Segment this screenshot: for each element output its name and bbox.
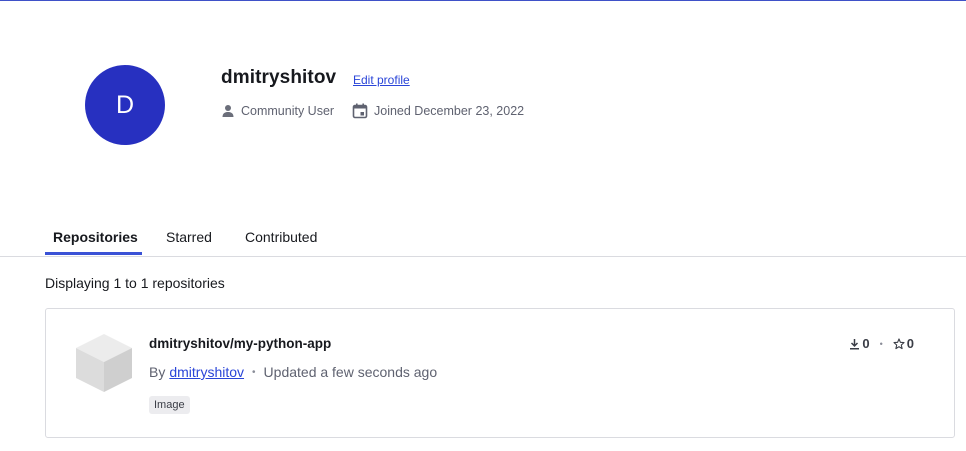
avatar: D (85, 65, 165, 145)
tab-starred[interactable]: Starred (166, 229, 212, 255)
profile-header: D dmitryshitov Edit profile Community Us… (0, 0, 966, 200)
repository-card[interactable]: dmitryshitov/my-python-app By dmitryshit… (45, 308, 955, 438)
meta-separator: • (252, 366, 256, 378)
repository-stats: 0 • 0 (849, 336, 914, 351)
repository-name[interactable]: dmitryshitov/my-python-app (149, 336, 331, 351)
repository-type-badge: Image (149, 396, 190, 414)
profile-role: Community User (221, 102, 334, 120)
calendar-icon (352, 103, 368, 119)
download-count-value: 0 (862, 336, 870, 351)
profile-role-label: Community User (241, 104, 335, 118)
download-count: 0 (849, 336, 870, 351)
repository-by-label: By (149, 364, 166, 380)
repository-meta: By dmitryshitov • Updated a few seconds … (149, 364, 437, 380)
results-summary: Displaying 1 to 1 repositories (45, 275, 225, 291)
tab-contributed[interactable]: Contributed (245, 229, 317, 255)
profile-tabs: Repositories Starred Contributed (0, 224, 966, 257)
star-count-value: 0 (906, 336, 914, 351)
stats-separator: • (879, 338, 883, 349)
profile-joined: Joined December 23, 2022 (352, 102, 524, 120)
cube-icon (76, 334, 132, 392)
active-tab-indicator (45, 252, 142, 255)
person-icon (222, 105, 234, 117)
repository-updated: Updated a few seconds ago (263, 364, 438, 380)
star-icon (893, 337, 905, 349)
repository-owner-link[interactable]: dmitryshitov (169, 364, 244, 380)
profile-joined-label: Joined December 23, 2022 (374, 104, 525, 118)
download-icon (850, 338, 860, 349)
star-count: 0 (893, 336, 914, 351)
profile-username: dmitryshitov (221, 67, 337, 88)
edit-profile-link[interactable]: Edit profile (353, 73, 410, 87)
